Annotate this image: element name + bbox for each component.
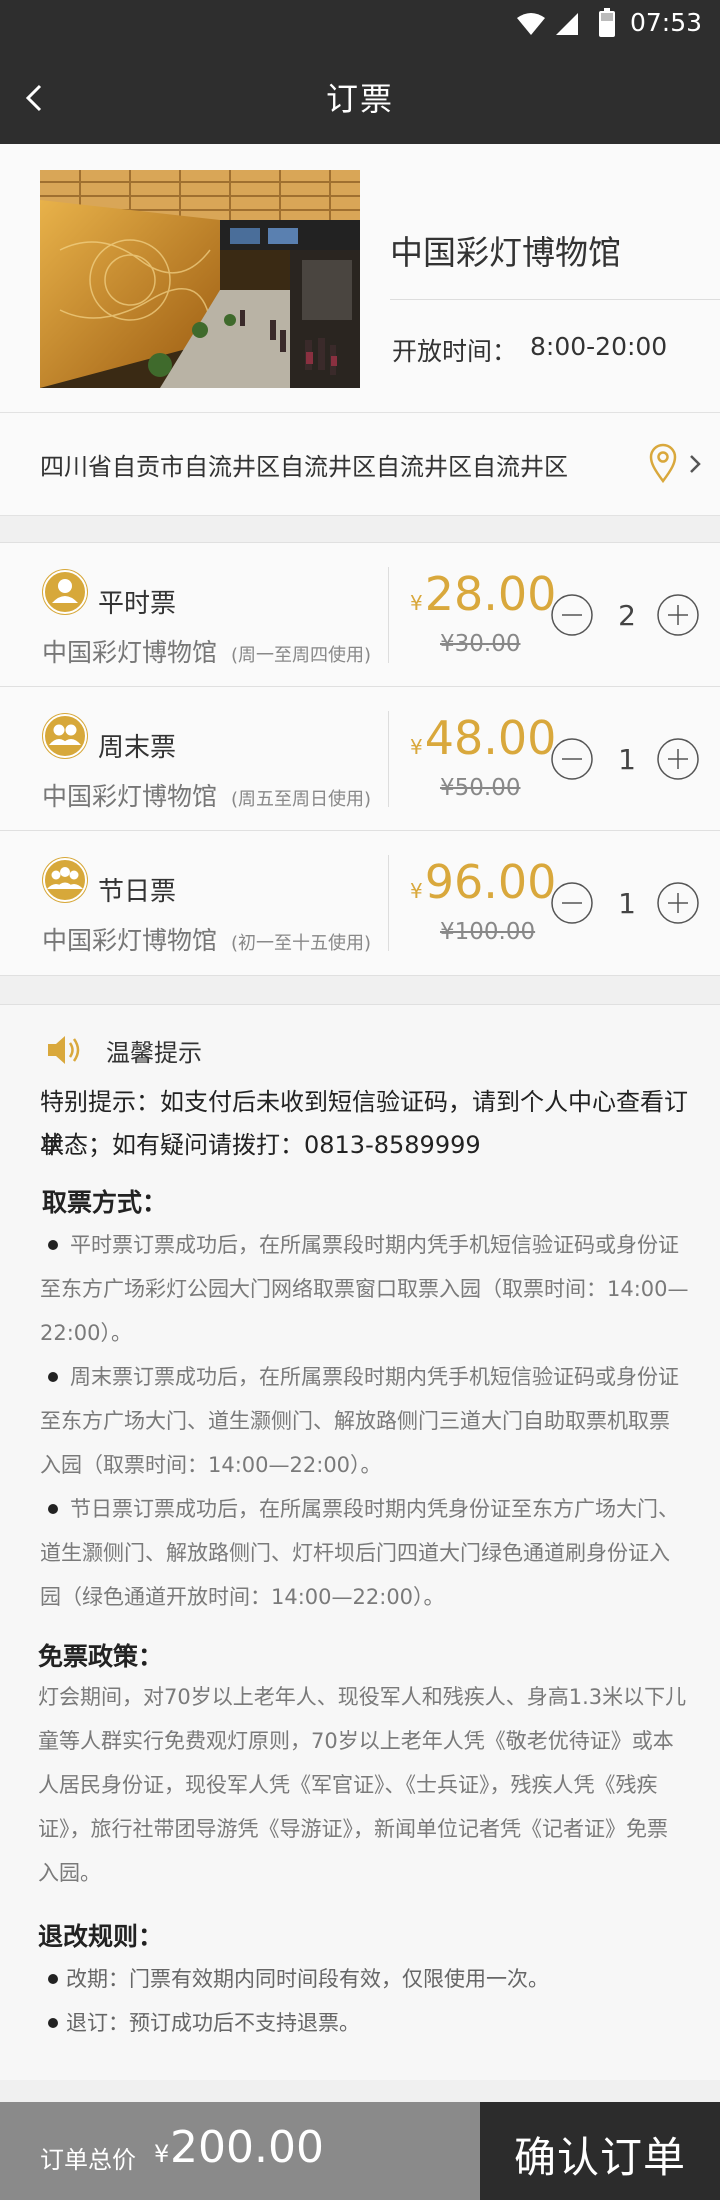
plus-button[interactable] bbox=[656, 737, 700, 781]
ticket-row: 节日票 中国彩灯博物馆 (初一至十五使用) ¥96.00 ¥100.00 1 bbox=[0, 830, 720, 976]
ticket-divider bbox=[388, 711, 389, 807]
ticket-quantity: 1 bbox=[618, 887, 636, 920]
special-notice-line: 状态；如有疑问请拨打：0813-8589999 bbox=[40, 1131, 481, 1159]
free-policy-line: 证》，旅行社带团导游凭《导游证》，新闻单位记者凭《记者证》免票 bbox=[38, 1817, 668, 1841]
plus-button[interactable] bbox=[656, 593, 700, 637]
minus-button[interactable] bbox=[550, 593, 594, 637]
total-currency: ¥ bbox=[154, 2140, 170, 2168]
ticket-row: 周末票 中国彩灯博物馆 (周五至周日使用) ¥48.00 ¥50.00 1 bbox=[0, 686, 720, 830]
pickup-item-line: 入园（取票时间：14:00—22:00）。 bbox=[40, 1453, 382, 1477]
ticket-original-price: ¥100.00 bbox=[440, 919, 536, 945]
ticket-row: 平时票 中国彩灯博物馆 (周一至周四使用) ¥28.00 ¥30.00 2 bbox=[0, 542, 720, 686]
total-label: 订单总价 bbox=[40, 2146, 136, 2174]
pickup-item-line: 至东方广场大门、道生灏侧门、解放路侧门三道大门自助取票机取票 bbox=[40, 1409, 670, 1433]
order-total-bar: 订单总价 ¥ 200.00 bbox=[0, 2102, 480, 2200]
venue-divider bbox=[390, 299, 720, 300]
location-pin-icon bbox=[649, 443, 677, 483]
tips-section: 温馨提示 特别提示：如支付后未收到短信验证码，请到个人中心查看订单 状态；如有疑… bbox=[0, 1004, 720, 2080]
signal-icon bbox=[556, 13, 578, 35]
tips-title: 温馨提示 bbox=[106, 1039, 202, 1067]
two-people-icon bbox=[42, 713, 88, 759]
ticket-name: 周末票 bbox=[98, 733, 177, 763]
ticket-quantity: 2 bbox=[618, 599, 636, 632]
venue-name: 中国彩灯博物馆 bbox=[390, 233, 621, 272]
ticket-venue: 中国彩灯博物馆 (初一至十五使用) bbox=[42, 926, 372, 955]
ticket-note: (初一至十五使用) bbox=[231, 933, 372, 954]
ticket-venue: 中国彩灯博物馆 (周一至周四使用) bbox=[42, 638, 372, 667]
pickup-item-line: 道生灏侧门、解放路侧门、灯杆坝后门四道大门绿色通道刷身份证入 bbox=[40, 1541, 670, 1565]
ticket-quantity: 1 bbox=[618, 743, 636, 776]
free-policy-line: 人居民身份证，现役军人凭《军官证》、《士兵证》，残疾人凭《残疾 bbox=[38, 1773, 658, 1797]
hours-value: 8:00-20:00 bbox=[530, 332, 668, 361]
nav-bar: 订票 bbox=[0, 50, 720, 144]
ticket-name: 节日票 bbox=[98, 877, 177, 907]
pickup-item-line: 22:00）。 bbox=[40, 1321, 133, 1345]
confirm-order-button[interactable]: 确认订单 bbox=[480, 2102, 720, 2200]
confirm-order-label: 确认订单 bbox=[513, 2133, 686, 2182]
refund-item: 改期：门票有效期内同时间段有效，仅限使用一次。 bbox=[40, 1957, 690, 2001]
chevron-right-icon bbox=[690, 455, 701, 473]
ticket-original-price: ¥50.00 bbox=[440, 775, 521, 801]
speaker-icon bbox=[48, 1036, 80, 1064]
pickup-item: 节日票订票成功后，在所属票段时期内凭身份证至东方广场大门、 bbox=[40, 1487, 690, 1531]
ticket-price: ¥48.00 bbox=[410, 711, 557, 765]
ticket-price: ¥28.00 bbox=[410, 567, 557, 621]
refund-item: 退订：预订成功后不支持退票。 bbox=[40, 2001, 690, 2045]
free-policy-line: 入园。 bbox=[38, 1861, 101, 1885]
venue-photo bbox=[40, 170, 360, 388]
status-bar: 07:53 bbox=[0, 0, 720, 50]
ticket-note: (周五至周日使用) bbox=[231, 789, 372, 810]
plus-button[interactable] bbox=[656, 881, 700, 925]
ticket-divider bbox=[388, 855, 389, 951]
hours-label: 开放时间： bbox=[392, 337, 518, 366]
group-icon bbox=[42, 857, 88, 903]
order-footer: 订单总价 ¥ 200.00 确认订单 bbox=[0, 2102, 720, 2200]
ticket-note: (周一至周四使用) bbox=[231, 645, 372, 666]
ticket-venue: 中国彩灯博物馆 (周五至周日使用) bbox=[42, 782, 372, 811]
address-text: 四川省自贡市自流井区自流井区自流井区自流井区 bbox=[40, 453, 568, 481]
status-time: 07:53 bbox=[629, 8, 702, 37]
pickup-item: 周末票订票成功后，在所属票段时期内凭手机短信验证码或身份证 bbox=[40, 1355, 690, 1399]
ticket-price: ¥96.00 bbox=[410, 855, 557, 909]
free-policy-line: 灯会期间，对70岁以上老年人、现役军人和残疾人、身高1.3米以下儿 bbox=[38, 1685, 687, 1709]
pickup-item-line: 至东方广场彩灯公园大门网络取票窗口取票入园（取票时间：14:00— bbox=[40, 1277, 689, 1301]
free-policy-line: 童等人群实行免费观灯原则，70岁以上老年人凭《敬老优待证》或本 bbox=[38, 1729, 674, 1753]
single-person-icon bbox=[42, 569, 88, 615]
pickup-item-line: 园（绿色通道开放时间：14:00—22:00）。 bbox=[40, 1585, 445, 1609]
ticket-name: 平时票 bbox=[98, 589, 177, 619]
address-row[interactable]: 四川省自贡市自流井区自流井区自流井区自流井区 bbox=[0, 412, 720, 516]
battery-icon bbox=[599, 8, 615, 37]
page-title: 订票 bbox=[325, 80, 394, 118]
minus-button[interactable] bbox=[550, 737, 594, 781]
free-policy-heading: 免票政策： bbox=[38, 1642, 164, 1671]
pickup-item: 平时票订票成功后，在所属票段时期内凭手机短信验证码或身份证 bbox=[40, 1223, 690, 1267]
minus-button[interactable] bbox=[550, 881, 594, 925]
ticket-divider bbox=[388, 567, 389, 663]
ticket-original-price: ¥30.00 bbox=[440, 631, 521, 657]
venue-card: 中国彩灯博物馆 开放时间： 8:00-20:00 bbox=[0, 144, 720, 412]
pickup-heading: 取票方式： bbox=[42, 1188, 168, 1217]
total-amount: 200.00 bbox=[170, 2122, 324, 2173]
wifi-icon bbox=[517, 13, 545, 35]
refund-heading: 退改规则： bbox=[38, 1922, 164, 1951]
